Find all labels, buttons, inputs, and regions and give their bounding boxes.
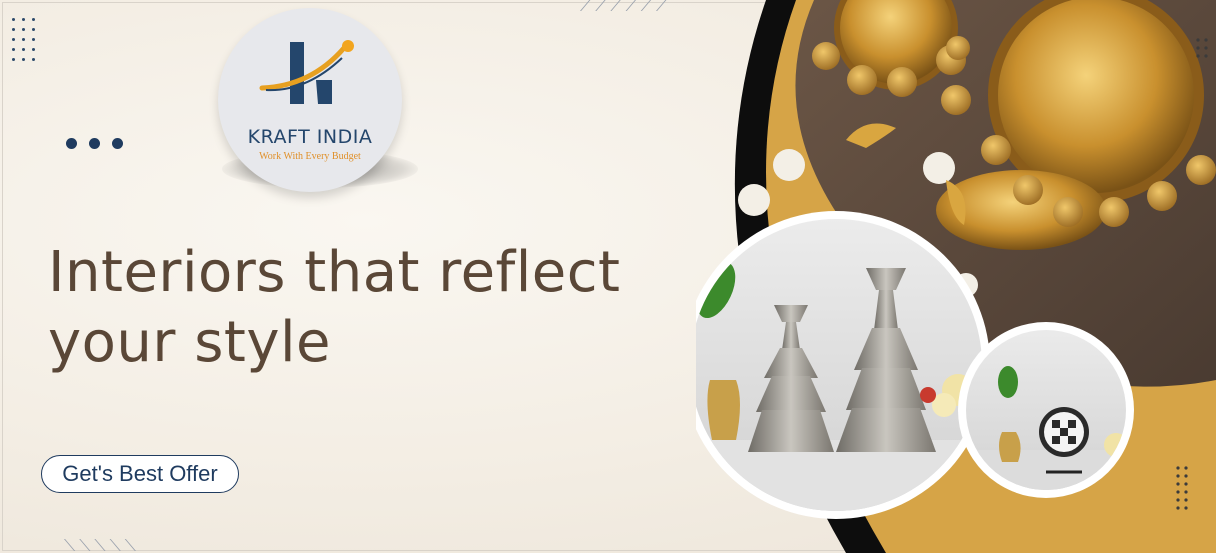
brand-tagline: Work With Every Budget — [259, 151, 361, 162]
page-title: Interiors that reflect your style — [48, 238, 708, 378]
get-best-offer-button[interactable]: Get's Best Offer — [41, 455, 239, 493]
dot-grid-icon — [12, 18, 35, 61]
headline-line-2: your style — [48, 310, 332, 375]
three-dots-icon — [66, 138, 123, 149]
kraft-india-k-logo-icon — [259, 40, 354, 104]
brand-name: KRAFT INDIA — [247, 126, 373, 148]
chevron-pattern-icon: ⟍⟍⟍⟍⟍ — [64, 536, 141, 553]
product-collage — [696, 0, 1216, 553]
chevron-pattern-icon: ⟋⟋⟋⟋⟋⟋ — [580, 0, 672, 15]
headline-line-1: Interiors that reflect — [48, 240, 621, 305]
hero-banner: ⟋⟋⟋⟋⟋⟋ ⟍⟍⟍⟍⟍ KRAFT INDIA Work With Every… — [0, 0, 1216, 553]
brand-logo: KRAFT INDIA Work With Every Budget — [218, 8, 402, 192]
